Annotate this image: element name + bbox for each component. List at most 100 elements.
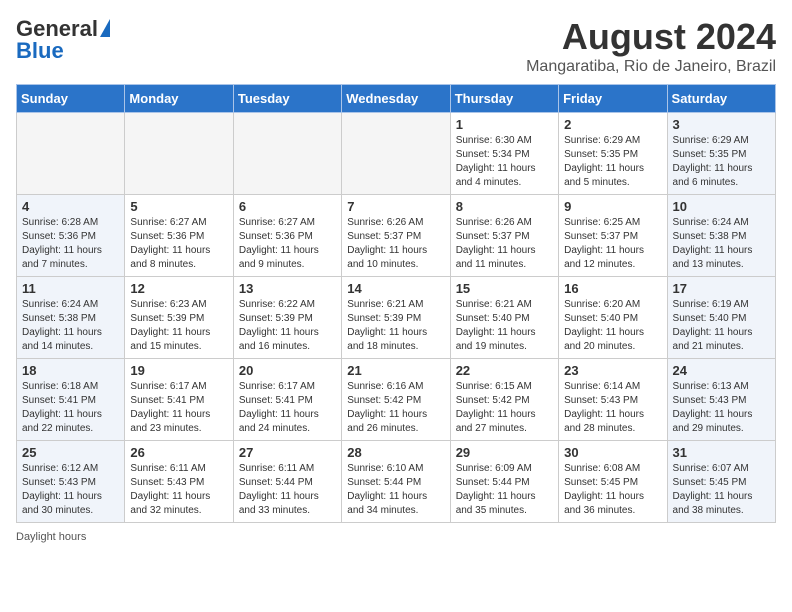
day-info: Sunrise: 6:17 AMSunset: 5:41 PMDaylight:…	[239, 380, 336, 436]
day-number: 12	[130, 281, 227, 296]
calendar-day-cell: 12 Sunrise: 6:23 AMSunset: 5:39 PMDayligh…	[125, 277, 233, 359]
calendar-day-cell: 25 Sunrise: 6:12 AMSunset: 5:43 PMDayligh…	[17, 441, 125, 523]
day-number: 24	[673, 363, 770, 378]
weekday-header-friday: Friday	[559, 85, 667, 113]
day-info: Sunrise: 6:11 AMSunset: 5:43 PMDaylight:…	[130, 462, 227, 518]
day-info: Sunrise: 6:26 AMSunset: 5:37 PMDaylight:…	[347, 216, 444, 272]
calendar-day-cell: 10Sunrise: 6:24 AMSunset: 5:38 PMDayligh…	[667, 195, 775, 277]
day-number: 29	[456, 445, 553, 460]
weekday-header-row: SundayMondayTuesdayWednesdayThursdayFrid…	[17, 85, 776, 113]
calendar-day-cell: 14 Sunrise: 6:21 AMSunset: 5:39 PMDayligh…	[342, 277, 450, 359]
day-number: 14	[347, 281, 444, 296]
day-number: 13	[239, 281, 336, 296]
day-number: 25	[22, 445, 119, 460]
calendar-day-cell	[342, 113, 450, 195]
day-info: Sunrise: 6:19 AMSunset: 5:40 PMDaylight:…	[673, 298, 770, 354]
day-info: Sunrise: 6:21 AMSunset: 5:39 PMDaylight:…	[347, 298, 444, 354]
logo-triangle-icon	[100, 19, 110, 37]
calendar-week-2: 4Sunrise: 6:28 AMSunset: 5:36 PMDaylight…	[17, 195, 776, 277]
day-number: 11	[22, 281, 119, 296]
calendar-day-cell: 2 Sunrise: 6:29 AMSunset: 5:35 PMDaylight…	[559, 113, 667, 195]
day-info: Sunrise: 6:26 AMSunset: 5:37 PMDaylight:…	[456, 216, 553, 272]
day-info: Sunrise: 6:12 AMSunset: 5:43 PMDaylight:…	[22, 462, 119, 518]
day-number: 16	[564, 281, 661, 296]
calendar-day-cell: 5Sunrise: 6:27 AMSunset: 5:36 PMDaylight…	[125, 195, 233, 277]
day-number: 9	[564, 199, 661, 214]
daylight-label: Daylight hours	[16, 531, 86, 543]
day-info: Sunrise: 6:14 AMSunset: 5:43 PMDaylight:…	[564, 380, 661, 436]
calendar-day-cell: 31Sunrise: 6:07 AMSunset: 5:45 PMDayligh…	[667, 441, 775, 523]
calendar-day-cell: 26 Sunrise: 6:11 AMSunset: 5:43 PMDayligh…	[125, 441, 233, 523]
day-number: 7	[347, 199, 444, 214]
day-info: Sunrise: 6:24 AMSunset: 5:38 PMDaylight:…	[22, 298, 119, 354]
day-info: Sunrise: 6:24 AMSunset: 5:38 PMDaylight:…	[673, 216, 770, 272]
weekday-header-tuesday: Tuesday	[233, 85, 341, 113]
day-number: 18	[22, 363, 119, 378]
day-info: Sunrise: 6:07 AMSunset: 5:45 PMDaylight:…	[673, 462, 770, 518]
page-header: General Blue August 2024 Mangaratiba, Ri…	[16, 16, 776, 76]
calendar-table: SundayMondayTuesdayWednesdayThursdayFrid…	[16, 84, 776, 523]
calendar-day-cell: 3 Sunrise: 6:29 AMSunset: 5:35 PMDaylight…	[667, 113, 775, 195]
footer: Daylight hours	[16, 531, 776, 543]
day-info: Sunrise: 6:29 AMSunset: 5:35 PMDaylight:…	[673, 134, 770, 190]
day-info: Sunrise: 6:23 AMSunset: 5:39 PMDaylight:…	[130, 298, 227, 354]
calendar-week-3: 11 Sunrise: 6:24 AMSunset: 5:38 PMDayligh…	[17, 277, 776, 359]
day-info: Sunrise: 6:10 AMSunset: 5:44 PMDaylight:…	[347, 462, 444, 518]
calendar-day-cell: 29 Sunrise: 6:09 AMSunset: 5:44 PMDayligh…	[450, 441, 558, 523]
day-info: Sunrise: 6:27 AMSunset: 5:36 PMDaylight:…	[130, 216, 227, 272]
calendar-day-cell: 17 Sunrise: 6:19 AMSunset: 5:40 PMDayligh…	[667, 277, 775, 359]
calendar-day-cell	[125, 113, 233, 195]
calendar-day-cell: 6 Sunrise: 6:27 AMSunset: 5:36 PMDaylight…	[233, 195, 341, 277]
day-info: Sunrise: 6:30 AMSunset: 5:34 PMDaylight:…	[456, 134, 553, 190]
day-number: 6	[239, 199, 336, 214]
day-number: 30	[564, 445, 661, 460]
day-number: 1	[456, 117, 553, 132]
day-info: Sunrise: 6:09 AMSunset: 5:44 PMDaylight:…	[456, 462, 553, 518]
weekday-header-wednesday: Wednesday	[342, 85, 450, 113]
title-block: August 2024 Mangaratiba, Rio de Janeiro,…	[526, 16, 776, 76]
day-number: 8	[456, 199, 553, 214]
logo: General Blue	[16, 16, 110, 64]
month-year-title: August 2024	[526, 16, 776, 58]
calendar-day-cell: 19Sunrise: 6:17 AMSunset: 5:41 PMDayligh…	[125, 359, 233, 441]
weekday-header-monday: Monday	[125, 85, 233, 113]
calendar-day-cell	[233, 113, 341, 195]
day-info: Sunrise: 6:16 AMSunset: 5:42 PMDaylight:…	[347, 380, 444, 436]
day-info: Sunrise: 6:29 AMSunset: 5:35 PMDaylight:…	[564, 134, 661, 190]
calendar-day-cell: 15 Sunrise: 6:21 AMSunset: 5:40 PMDayligh…	[450, 277, 558, 359]
day-info: Sunrise: 6:15 AMSunset: 5:42 PMDaylight:…	[456, 380, 553, 436]
calendar-day-cell: 28Sunrise: 6:10 AMSunset: 5:44 PMDayligh…	[342, 441, 450, 523]
day-info: Sunrise: 6:21 AMSunset: 5:40 PMDaylight:…	[456, 298, 553, 354]
calendar-day-cell: 8 Sunrise: 6:26 AMSunset: 5:37 PMDaylight…	[450, 195, 558, 277]
day-info: Sunrise: 6:20 AMSunset: 5:40 PMDaylight:…	[564, 298, 661, 354]
calendar-day-cell: 24Sunrise: 6:13 AMSunset: 5:43 PMDayligh…	[667, 359, 775, 441]
day-number: 27	[239, 445, 336, 460]
day-info: Sunrise: 6:18 AMSunset: 5:41 PMDaylight:…	[22, 380, 119, 436]
calendar-day-cell: 11 Sunrise: 6:24 AMSunset: 5:38 PMDayligh…	[17, 277, 125, 359]
calendar-week-5: 25 Sunrise: 6:12 AMSunset: 5:43 PMDayligh…	[17, 441, 776, 523]
weekday-header-sunday: Sunday	[17, 85, 125, 113]
calendar-day-cell: 16 Sunrise: 6:20 AMSunset: 5:40 PMDayligh…	[559, 277, 667, 359]
calendar-week-1: 1 Sunrise: 6:30 AMSunset: 5:34 PMDaylight…	[17, 113, 776, 195]
calendar-day-cell: 22 Sunrise: 6:15 AMSunset: 5:42 PMDayligh…	[450, 359, 558, 441]
day-number: 2	[564, 117, 661, 132]
calendar-day-cell: 21 Sunrise: 6:16 AMSunset: 5:42 PMDayligh…	[342, 359, 450, 441]
calendar-day-cell: 23Sunrise: 6:14 AMSunset: 5:43 PMDayligh…	[559, 359, 667, 441]
day-info: Sunrise: 6:27 AMSunset: 5:36 PMDaylight:…	[239, 216, 336, 272]
day-number: 4	[22, 199, 119, 214]
day-number: 21	[347, 363, 444, 378]
day-number: 22	[456, 363, 553, 378]
day-info: Sunrise: 6:22 AMSunset: 5:39 PMDaylight:…	[239, 298, 336, 354]
day-number: 3	[673, 117, 770, 132]
calendar-day-cell: 1 Sunrise: 6:30 AMSunset: 5:34 PMDaylight…	[450, 113, 558, 195]
day-number: 17	[673, 281, 770, 296]
calendar-day-cell: 20Sunrise: 6:17 AMSunset: 5:41 PMDayligh…	[233, 359, 341, 441]
weekday-header-saturday: Saturday	[667, 85, 775, 113]
day-number: 15	[456, 281, 553, 296]
day-info: Sunrise: 6:11 AMSunset: 5:44 PMDaylight:…	[239, 462, 336, 518]
calendar-week-4: 18 Sunrise: 6:18 AMSunset: 5:41 PMDayligh…	[17, 359, 776, 441]
day-number: 26	[130, 445, 227, 460]
calendar-day-cell: 4Sunrise: 6:28 AMSunset: 5:36 PMDaylight…	[17, 195, 125, 277]
day-info: Sunrise: 6:08 AMSunset: 5:45 PMDaylight:…	[564, 462, 661, 518]
calendar-day-cell: 27 Sunrise: 6:11 AMSunset: 5:44 PMDayligh…	[233, 441, 341, 523]
